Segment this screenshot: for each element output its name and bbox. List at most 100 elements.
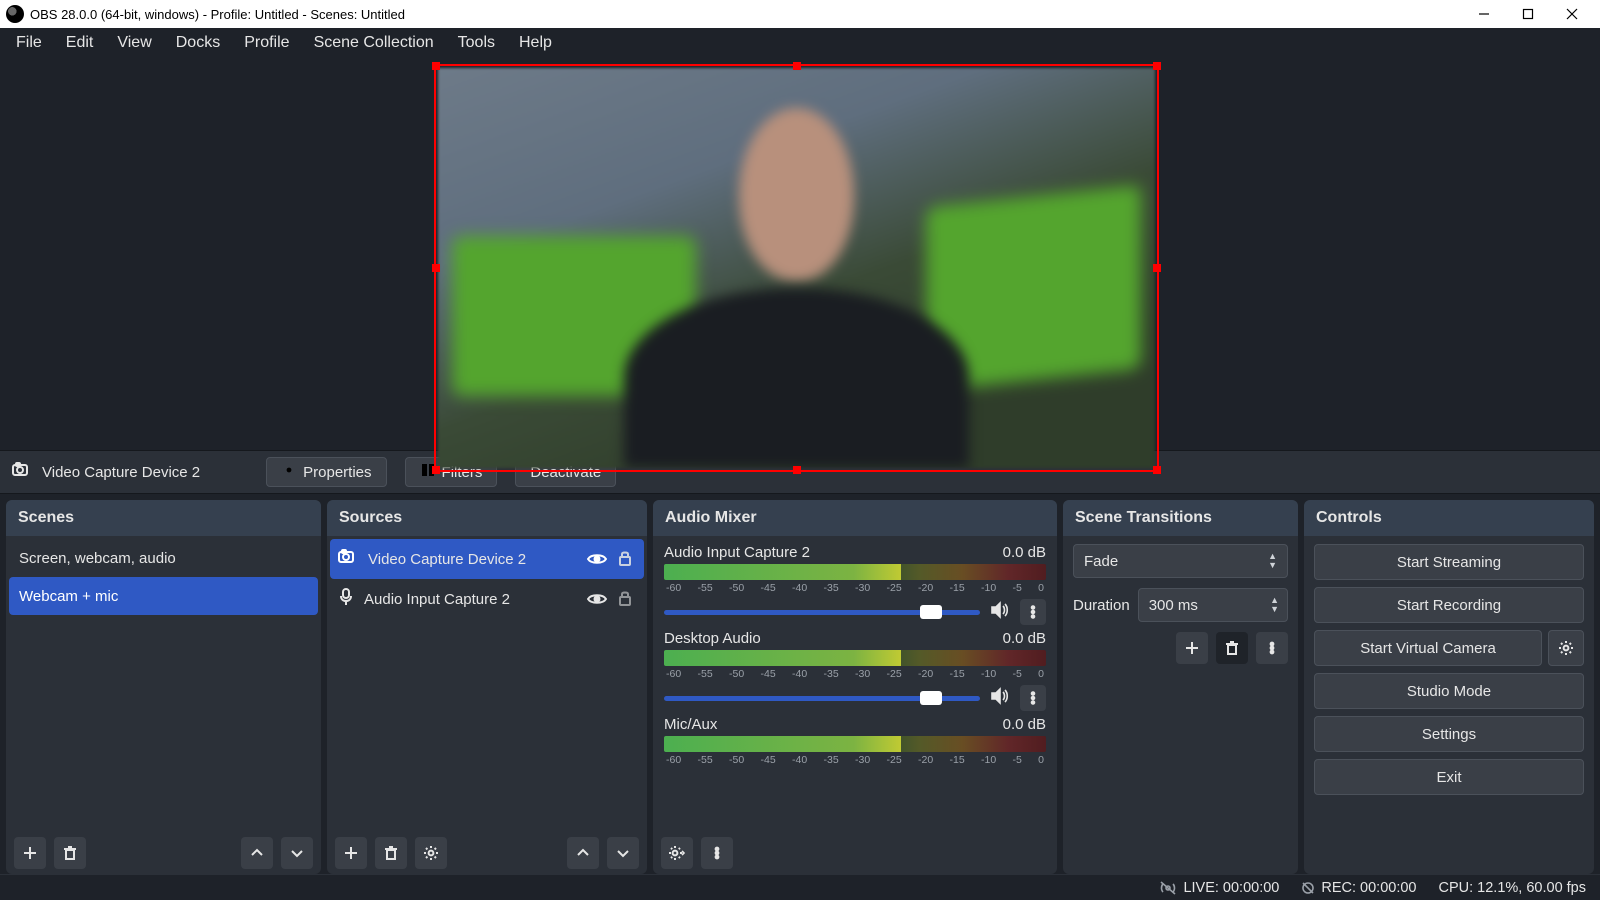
audio-meter <box>664 564 1046 580</box>
visibility-toggle[interactable] <box>586 548 608 570</box>
gear-icon <box>281 462 297 482</box>
audio-mixer-header: Audio Mixer <box>653 500 1057 536</box>
menu-bar: File Edit View Docks Profile Scene Colle… <box>0 28 1600 58</box>
scene-transitions-header: Scene Transitions <box>1063 500 1298 536</box>
menu-file[interactable]: File <box>4 30 54 56</box>
source-remove-button[interactable] <box>375 837 407 869</box>
source-item[interactable]: Video Capture Device 2 <box>330 539 644 579</box>
audio-meter <box>664 650 1046 666</box>
volume-slider[interactable] <box>664 696 980 701</box>
lock-icon[interactable] <box>618 590 636 608</box>
record-icon <box>1301 881 1315 895</box>
properties-label: Properties <box>303 464 371 481</box>
meter-ticks: -60-55-50-45-40-35-30-25-20-15-10-50 <box>664 668 1046 682</box>
channel-menu-button[interactable] <box>1020 599 1046 625</box>
menu-tools[interactable]: Tools <box>446 30 507 56</box>
sources-dock: Sources Video Capture Device 2 Audio Inp… <box>327 500 647 874</box>
channel-name: Audio Input Capture 2 <box>664 544 810 561</box>
status-rec: REC: 00:00:00 <box>1301 880 1416 896</box>
settings-button[interactable]: Settings <box>1314 716 1584 752</box>
properties-button[interactable]: Properties <box>266 457 386 487</box>
source-add-button[interactable] <box>335 837 367 869</box>
maximize-button[interactable] <box>1506 0 1550 28</box>
camera-icon <box>12 462 32 482</box>
preview-canvas[interactable] <box>434 64 1159 472</box>
source-item-label: Video Capture Device 2 <box>368 551 526 568</box>
meter-ticks: -60-55-50-45-40-35-30-25-20-15-10-50 <box>664 582 1046 596</box>
context-source-name: Video Capture Device 2 <box>42 464 200 481</box>
channel-name: Mic/Aux <box>664 716 717 733</box>
scenes-header: Scenes <box>6 500 321 536</box>
scene-move-down-button[interactable] <box>281 837 313 869</box>
menu-edit[interactable]: Edit <box>54 30 106 56</box>
start-virtual-camera-button[interactable]: Start Virtual Camera <box>1314 630 1542 666</box>
updown-icon: ▲▼ <box>1268 552 1277 570</box>
minimize-button[interactable] <box>1462 0 1506 28</box>
scene-add-button[interactable] <box>14 837 46 869</box>
mixer-menu-button[interactable] <box>701 837 733 869</box>
transition-duration-input[interactable]: 300 ms ▲▼ <box>1138 588 1288 622</box>
preview-video <box>438 68 1155 468</box>
window-titlebar: OBS 28.0.0 (64-bit, windows) - Profile: … <box>0 0 1600 28</box>
spinner-arrows-icon[interactable]: ▲▼ <box>1270 596 1279 614</box>
exit-button[interactable]: Exit <box>1314 759 1584 795</box>
channel-level: 0.0 dB <box>1003 544 1046 561</box>
duration-label: Duration <box>1073 597 1130 614</box>
virtual-camera-settings-button[interactable] <box>1548 630 1584 666</box>
window-title: OBS 28.0.0 (64-bit, windows) - Profile: … <box>30 7 405 22</box>
source-properties-button[interactable] <box>415 837 447 869</box>
start-recording-button[interactable]: Start Recording <box>1314 587 1584 623</box>
obs-logo-icon <box>6 5 24 23</box>
scene-transitions-dock: Scene Transitions Fade ▲▼ Duration 300 m… <box>1063 500 1298 874</box>
sources-header: Sources <box>327 500 647 536</box>
audio-meter <box>664 736 1046 752</box>
scenes-dock: Scenes Screen, webcam, audioWebcam + mic <box>6 500 321 874</box>
scene-item[interactable]: Screen, webcam, audio <box>9 539 318 577</box>
transition-add-button[interactable] <box>1176 632 1208 664</box>
source-move-down-button[interactable] <box>607 837 639 869</box>
status-cpu: CPU: 12.1%, 60.00 fps <box>1439 880 1587 896</box>
mixer-channel: Mic/Aux 0.0 dB -60-55-50-45-40-35-30-25-2… <box>656 712 1054 768</box>
transition-selected-label: Fade <box>1084 553 1118 570</box>
speaker-icon[interactable] <box>990 601 1010 623</box>
mic-icon <box>338 588 354 610</box>
close-button[interactable] <box>1550 0 1594 28</box>
visibility-toggle[interactable] <box>586 588 608 610</box>
speaker-icon[interactable] <box>990 687 1010 709</box>
channel-level: 0.0 dB <box>1003 716 1046 733</box>
studio-mode-button[interactable]: Studio Mode <box>1314 673 1584 709</box>
source-item-label: Audio Input Capture 2 <box>364 591 510 608</box>
meter-ticks: -60-55-50-45-40-35-30-25-20-15-10-50 <box>664 754 1046 768</box>
controls-header: Controls <box>1304 500 1594 536</box>
controls-dock: Controls Start Streaming Start Recording… <box>1304 500 1594 874</box>
transition-properties-button[interactable] <box>1256 632 1288 664</box>
channel-level: 0.0 dB <box>1003 630 1046 647</box>
scene-remove-button[interactable] <box>54 837 86 869</box>
mixer-channel: Desktop Audio 0.0 dB -60-55-50-45-40-35-3… <box>656 626 1054 712</box>
menu-profile[interactable]: Profile <box>232 30 301 56</box>
source-item[interactable]: Audio Input Capture 2 <box>330 579 644 619</box>
menu-docks[interactable]: Docks <box>164 30 232 56</box>
scene-move-up-button[interactable] <box>241 837 273 869</box>
duration-value: 300 ms <box>1149 597 1198 614</box>
start-streaming-button[interactable]: Start Streaming <box>1314 544 1584 580</box>
camera-icon <box>338 549 358 569</box>
status-bar: LIVE: 00:00:00 REC: 00:00:00 CPU: 12.1%,… <box>0 874 1600 900</box>
transition-remove-button[interactable] <box>1216 632 1248 664</box>
status-live: LIVE: 00:00:00 <box>1159 880 1279 896</box>
volume-slider[interactable] <box>664 610 980 615</box>
mixer-advanced-button[interactable] <box>661 837 693 869</box>
menu-scene-collection[interactable]: Scene Collection <box>302 30 446 56</box>
channel-name: Desktop Audio <box>664 630 761 647</box>
scene-item[interactable]: Webcam + mic <box>9 577 318 615</box>
source-move-up-button[interactable] <box>567 837 599 869</box>
audio-mixer-dock: Audio Mixer Audio Input Capture 2 0.0 dB … <box>653 500 1057 874</box>
lock-icon[interactable] <box>618 550 636 568</box>
menu-help[interactable]: Help <box>507 30 564 56</box>
transition-select[interactable]: Fade ▲▼ <box>1073 544 1288 578</box>
preview-area[interactable] <box>0 58 1600 450</box>
mixer-channel: Audio Input Capture 2 0.0 dB -60-55-50-45… <box>656 540 1054 626</box>
menu-view[interactable]: View <box>105 30 163 56</box>
channel-menu-button[interactable] <box>1020 685 1046 711</box>
broadcast-icon <box>1159 880 1177 896</box>
